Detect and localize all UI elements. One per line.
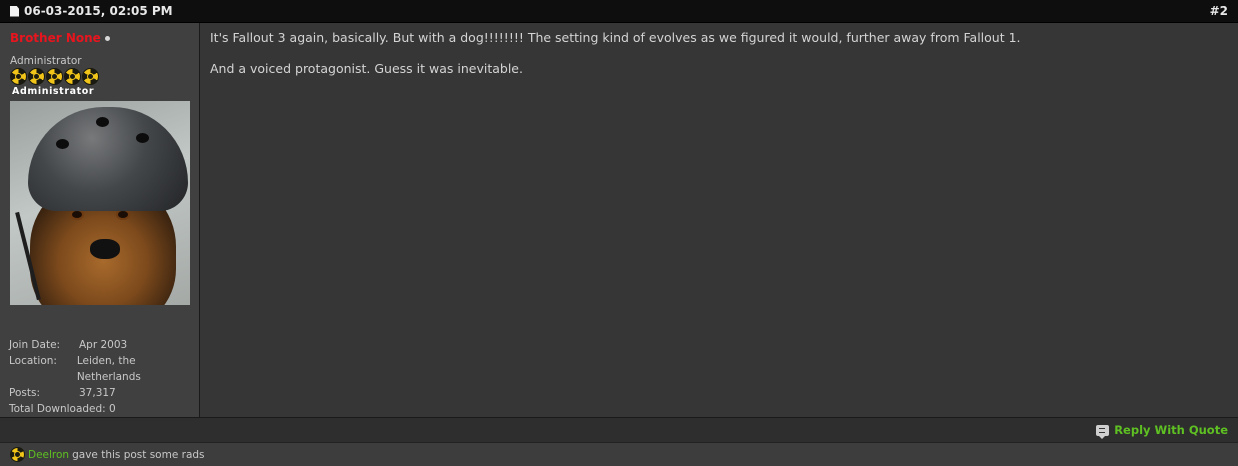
- avatar[interactable]: [10, 101, 190, 305]
- post-paragraph: And a voiced protagonist. Guess it was i…: [210, 61, 523, 76]
- helmet-vent: [96, 117, 109, 127]
- stat-value: Apr 2003: [79, 339, 128, 351]
- stat-value: 0: [109, 403, 116, 415]
- rads-text: gave this post some rads: [72, 448, 205, 461]
- post-paragraph: It's Fallout 3 again, basically. But wit…: [210, 30, 1021, 45]
- document-icon: [10, 5, 19, 17]
- stat-label: Location:: [9, 355, 57, 367]
- rads-notice: Deelron gave this post some rads: [0, 442, 1238, 466]
- stat-value: 37,317: [79, 387, 116, 399]
- radiation-icon: [10, 68, 27, 85]
- helmet-vent: [136, 133, 149, 143]
- post-date-container: 06-03-2015, 02:05 PM: [0, 4, 173, 18]
- online-status-icon: [104, 35, 110, 41]
- radiation-icon: [64, 68, 81, 85]
- post-date: 06-03-2015, 02:05 PM: [24, 4, 173, 18]
- reply-with-quote-label: Reply With Quote: [1114, 423, 1228, 437]
- stat-label: Posts:: [9, 387, 40, 399]
- username-row: Brother None: [10, 31, 199, 45]
- post-body: Brother None Administrator Administrator: [0, 23, 1238, 417]
- user-info-panel: Brother None Administrator Administrator: [0, 23, 200, 417]
- username-link[interactable]: Brother None: [10, 31, 101, 45]
- rank-icons: [10, 68, 199, 85]
- radiation-icon: [82, 68, 99, 85]
- stat-posts: Posts: 37,317: [9, 385, 199, 401]
- rads-user-link[interactable]: Deelron: [28, 449, 69, 461]
- post-footer: Reply With Quote: [0, 417, 1238, 442]
- radiation-icon: [28, 68, 45, 85]
- stat-total-downloaded: Total Downloaded: 0: [9, 401, 199, 417]
- avatar-eye: [118, 211, 128, 218]
- user-title: Administrator: [10, 55, 82, 67]
- avatar-nose: [90, 239, 120, 259]
- post-content: It's Fallout 3 again, basically. But wit…: [200, 23, 1238, 417]
- avatar-helmet: [28, 107, 188, 211]
- helmet-vent: [56, 139, 69, 149]
- radiation-icon: [10, 447, 25, 462]
- stat-value: Leiden, the Netherlands: [76, 355, 141, 383]
- stat-join-date: Join Date: Apr 2003: [9, 337, 199, 353]
- rank-label: Administrator: [12, 86, 95, 97]
- avatar-eye: [72, 211, 82, 218]
- quote-bubble-icon: [1096, 424, 1110, 439]
- post-number-link[interactable]: #2: [1210, 4, 1238, 18]
- reply-with-quote-button[interactable]: Reply With Quote: [1096, 423, 1228, 439]
- radiation-icon: [46, 68, 63, 85]
- post-header: 06-03-2015, 02:05 PM #2: [0, 0, 1238, 23]
- user-stats: Join Date: Apr 2003 Location: Leiden, th…: [9, 337, 199, 417]
- stat-label: Total Downloaded:: [9, 403, 106, 415]
- stat-label: Join Date:: [9, 339, 61, 351]
- stat-location: Location: Leiden, the Netherlands: [9, 353, 199, 385]
